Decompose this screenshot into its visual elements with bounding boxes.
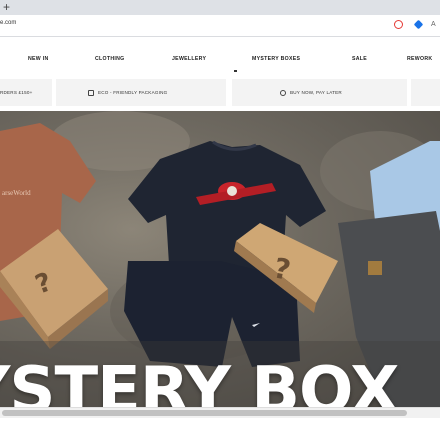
- extension-tag-icon[interactable]: [413, 19, 424, 30]
- address-bar[interactable]: e.com A: [0, 15, 440, 37]
- hero-banner[interactable]: arseWorld ? ? YSTERY BOX: [0, 111, 440, 407]
- usp-extra: [411, 79, 440, 106]
- refresh-icon: [280, 90, 286, 96]
- nav-divider-mark: [234, 70, 237, 72]
- hero-title: YSTERY BOX: [0, 354, 399, 407]
- url-text[interactable]: e.com: [0, 20, 16, 26]
- usp-pay-later: BUY NOW, PAY LATER: [232, 79, 407, 106]
- extension-more-icon[interactable]: A: [431, 21, 440, 30]
- nav-item-new-in[interactable]: NEW IN: [28, 56, 49, 62]
- horizontal-scrollbar[interactable]: [0, 407, 440, 418]
- usp-label: BUY NOW, PAY LATER: [290, 90, 342, 96]
- nav-item-mystery-boxes[interactable]: MYSTERY BOXES: [252, 56, 300, 62]
- site-nav: NEW IN CLOTHING JEWELLERY MYSTERY BOXES …: [0, 37, 440, 74]
- nav-item-rework[interactable]: REWORK: [407, 56, 432, 62]
- scrollbar-thumb[interactable]: [2, 410, 407, 416]
- usp-free-delivery: RDERS £150+: [0, 79, 52, 106]
- new-tab-button[interactable]: +: [3, 0, 10, 15]
- carhartt-patch: [368, 261, 382, 275]
- nav-item-jewellery[interactable]: JEWELLERY: [172, 56, 206, 62]
- usp-bar: RDERS £150+ ECO - FRIENDLY PACKAGING BUY…: [0, 79, 440, 106]
- usp-label: ECO - FRIENDLY PACKAGING: [98, 90, 168, 96]
- nav-item-clothing[interactable]: CLOTHING: [95, 56, 125, 62]
- box-icon: [88, 90, 94, 96]
- usp-label: RDERS £150+: [0, 90, 33, 95]
- nav-item-sale[interactable]: SALE: [352, 56, 367, 62]
- tee-print-text: arseWorld: [2, 189, 31, 197]
- extension-record-icon[interactable]: [394, 20, 403, 29]
- browser-tabstrip: +: [0, 0, 440, 15]
- usp-eco-packaging: ECO - FRIENDLY PACKAGING: [56, 79, 226, 106]
- page-bottom: [0, 418, 440, 440]
